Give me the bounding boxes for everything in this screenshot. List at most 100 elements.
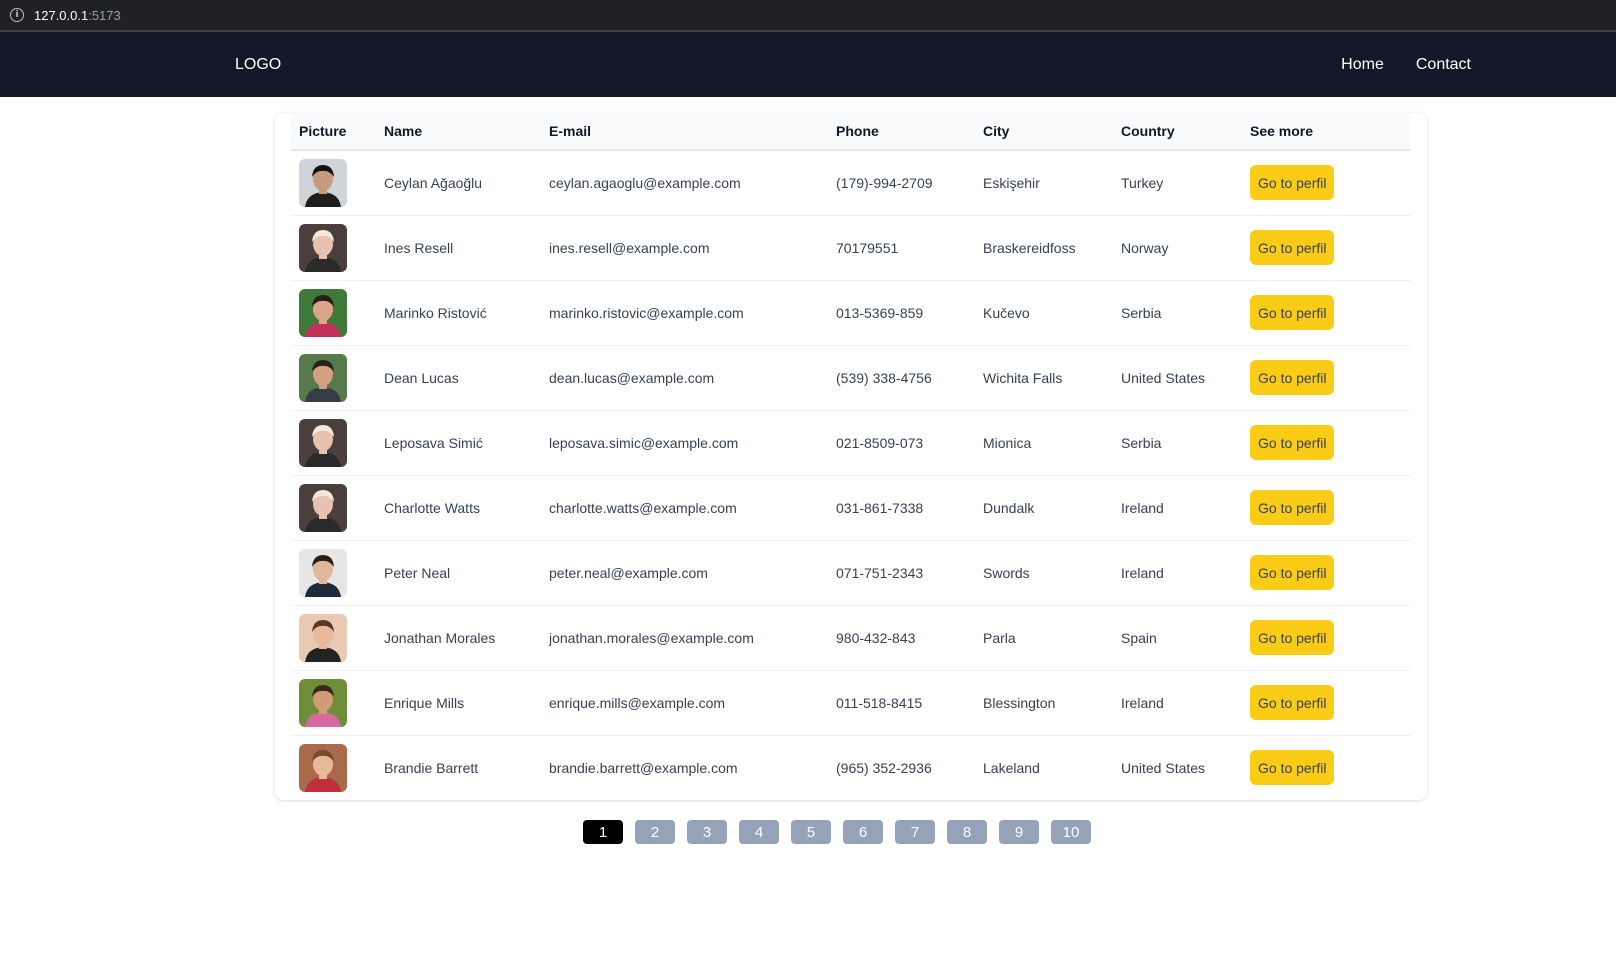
url-port: :5173 (88, 7, 121, 23)
table-row: Jonathan Morales jonathan.morales@example… (291, 605, 1411, 670)
cell-name: Dean Lucas (384, 369, 459, 386)
cell-phone: (179)-994-2709 (836, 174, 933, 191)
page-button-9[interactable]: 9 (999, 820, 1039, 844)
url-host: 127.0.0.1 (34, 7, 89, 23)
column-header-name: Name (384, 123, 423, 139)
cell-phone: 013-5369-859 (836, 304, 924, 321)
cell-country: United States (1121, 369, 1206, 386)
table-row: Ceylan Ağaoğlu ceylan.agaoglu@example.com… (291, 150, 1411, 215)
avatar (299, 743, 347, 792)
page-button-4[interactable]: 4 (739, 820, 779, 844)
column-header-country: Country (1121, 123, 1175, 139)
users-table: Picture Name E-mail Phone City Country S… (291, 113, 1411, 800)
cell-phone: 071-751-2343 (836, 564, 924, 581)
cell-city: Lakeland (983, 759, 1040, 776)
url-text[interactable]: 127.0.0.1:5173 (34, 8, 121, 23)
cell-name: Marinko Ristović (384, 304, 487, 321)
cell-see-more: Go to perfil (1242, 605, 1411, 670)
go-to-perfil-button[interactable]: Go to perfil (1250, 295, 1335, 330)
table-row: Leposava Simić leposava.simic@example.com… (291, 410, 1411, 475)
cell-country: Turkey (1121, 174, 1164, 191)
go-to-perfil-button[interactable]: Go to perfil (1250, 425, 1335, 460)
logo[interactable]: LOGO (235, 56, 281, 74)
table-body: Ceylan Ağaoğlu ceylan.agaoglu@example.com… (291, 150, 1411, 800)
go-to-perfil-button[interactable]: Go to perfil (1250, 165, 1335, 201)
column-header-picture: Picture (299, 123, 347, 139)
cell-phone: 70179551 (836, 239, 899, 256)
page-button-1[interactable]: 1 (583, 820, 623, 844)
cell-email: marinko.ristovic@example.com (549, 304, 744, 321)
column-header-see-more: See more (1250, 123, 1314, 139)
table-row: Enrique Mills enrique.mills@example.com 01… (291, 670, 1411, 735)
cell-picture (291, 150, 376, 215)
cell-name: Brandie Barrett (384, 759, 479, 776)
go-to-perfil-button[interactable]: Go to perfil (1250, 620, 1335, 655)
page-button-2[interactable]: 2 (635, 820, 675, 844)
cell-email: charlotte.watts@example.com (549, 499, 737, 516)
page-button-6[interactable]: 6 (843, 820, 883, 844)
nav-link-home[interactable]: Home (1341, 56, 1384, 74)
cell-name: Ceylan Ağaoğlu (384, 174, 483, 191)
go-to-perfil-button[interactable]: Go to perfil (1250, 555, 1335, 590)
go-to-perfil-button[interactable]: Go to perfil (1250, 360, 1335, 395)
pagination: 1 2 3 4 5 6 7 8 9 10 (583, 820, 1091, 844)
avatar (299, 223, 347, 272)
cell-city: Eskişehir (983, 174, 1040, 191)
nav-link-contact[interactable]: Contact (1416, 56, 1471, 74)
navbar: LOGO Home Contact (0, 32, 1616, 97)
cell-see-more: Go to perfil (1242, 215, 1411, 280)
cell-country: Ireland (1121, 499, 1164, 516)
cell-city: Kučevo (983, 304, 1030, 321)
table-row: Brandie Barrett brandie.barrett@example.c… (291, 735, 1411, 800)
cell-picture (291, 735, 376, 800)
cell-picture (291, 345, 376, 410)
browser-address-bar[interactable]: i 127.0.0.1:5173 (0, 0, 1616, 32)
cell-phone: 031-861-7338 (836, 499, 924, 516)
go-to-perfil-button[interactable]: Go to perfil (1250, 490, 1335, 525)
cell-phone: 011-518-8415 (836, 694, 923, 711)
cell-picture (291, 605, 376, 670)
column-header-city: City (983, 123, 1010, 139)
cell-see-more: Go to perfil (1242, 345, 1411, 410)
cell-name: Leposava Simić (384, 434, 483, 451)
cell-picture (291, 280, 376, 345)
cell-phone: (539) 338-4756 (836, 369, 932, 386)
go-to-perfil-button[interactable]: Go to perfil (1250, 685, 1335, 720)
cell-city: Wichita Falls (983, 369, 1063, 386)
column-header-email: E-mail (549, 123, 592, 139)
cell-see-more: Go to perfil (1242, 280, 1411, 345)
cell-country: Ireland (1121, 694, 1164, 711)
info-icon[interactable]: i (10, 8, 24, 22)
cell-city: Braskereidfoss (983, 239, 1076, 256)
table-row: Marinko Ristović marinko.ristovic@example… (291, 280, 1411, 345)
cell-phone: 980-432-843 (836, 629, 916, 646)
cell-name: Peter Neal (384, 564, 451, 581)
cell-city: Swords (983, 564, 1030, 581)
cell-picture (291, 410, 376, 475)
cell-name: Jonathan Morales (384, 629, 496, 646)
cell-name: Charlotte Watts (384, 499, 480, 516)
cell-email: brandie.barrett@example.com (549, 759, 738, 776)
cell-see-more: Go to perfil (1242, 540, 1411, 605)
cell-see-more: Go to perfil (1242, 670, 1411, 735)
go-to-perfil-button[interactable]: Go to perfil (1250, 750, 1335, 786)
cell-email: enrique.mills@example.com (549, 694, 726, 711)
table-row: Dean Lucas dean.lucas@example.com (539) 33… (291, 345, 1411, 410)
page-button-3[interactable]: 3 (687, 820, 727, 844)
cell-email: ceylan.agaoglu@example.com (549, 174, 741, 191)
page-button-5[interactable]: 5 (791, 820, 831, 844)
cell-picture (291, 215, 376, 280)
cell-country: Spain (1121, 629, 1157, 646)
cell-city: Dundalk (983, 499, 1035, 516)
page-button-7[interactable]: 7 (895, 820, 935, 844)
cell-email: ines.resell@example.com (549, 239, 710, 256)
avatar (299, 548, 347, 597)
cell-picture (291, 540, 376, 605)
cell-country: Norway (1121, 239, 1169, 256)
page-button-8[interactable]: 8 (947, 820, 987, 844)
page-button-10[interactable]: 10 (1051, 820, 1091, 844)
go-to-perfil-button[interactable]: Go to perfil (1250, 230, 1335, 265)
cell-see-more: Go to perfil (1242, 410, 1411, 475)
cell-city: Parla (983, 629, 1016, 646)
avatar (299, 158, 347, 207)
